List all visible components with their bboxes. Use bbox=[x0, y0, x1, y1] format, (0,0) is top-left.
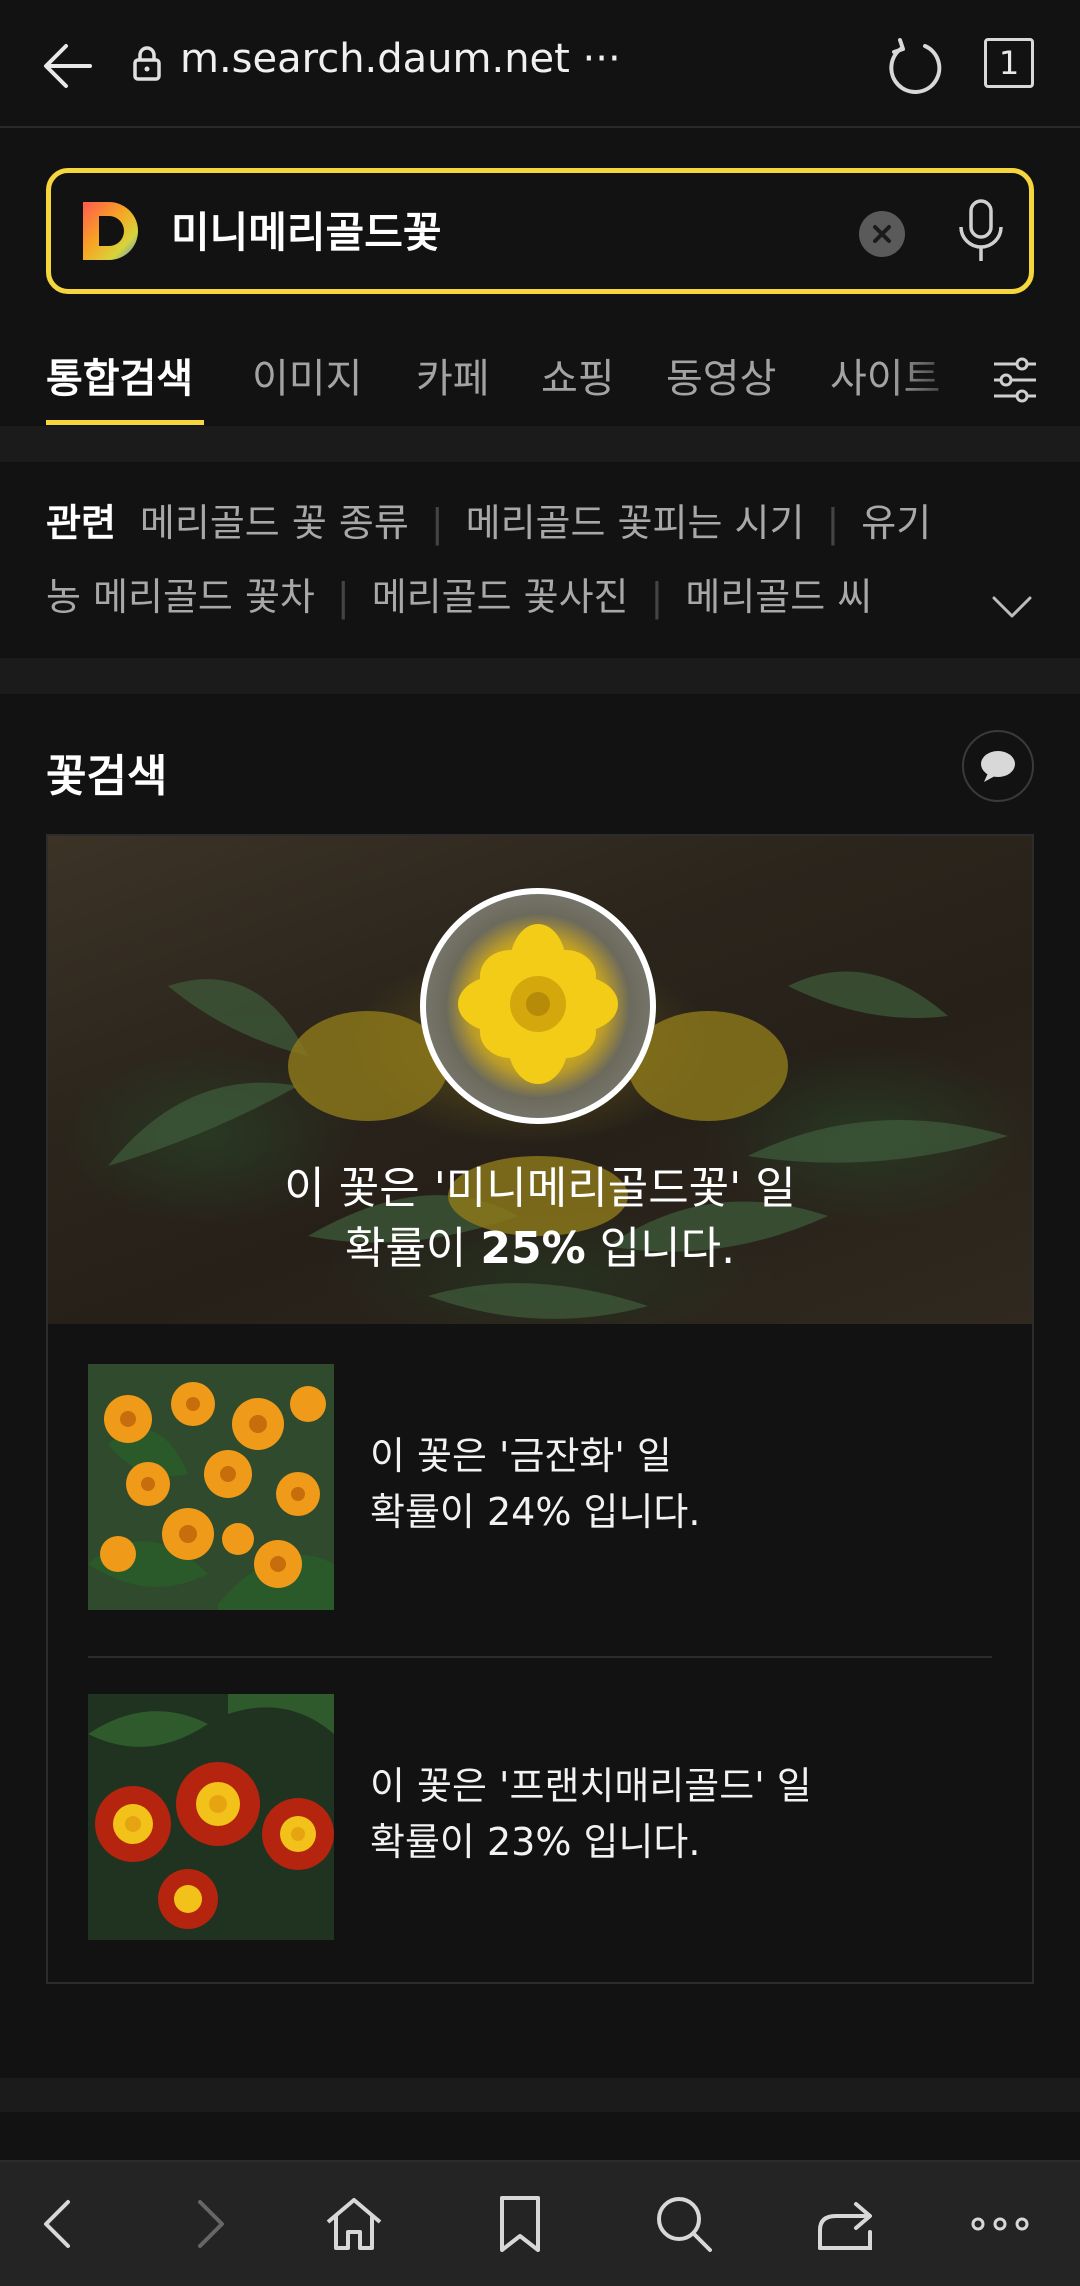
share-icon[interactable] bbox=[814, 2192, 878, 2256]
related-title: 관련 bbox=[46, 501, 116, 545]
search-box[interactable]: 미니메리골드꽃 bbox=[46, 168, 1034, 294]
clear-x-icon[interactable] bbox=[859, 211, 905, 257]
top-result-line-1: 이 꽃은 '미니메리골드꽃' 일 bbox=[284, 1163, 796, 1214]
result-flower-image[interactable] bbox=[88, 1694, 334, 1940]
reload-icon[interactable] bbox=[882, 36, 944, 98]
search-header: 미니메리골드꽃 통합검색 이미지 카페 쇼핑 동영상 사이트 bbox=[0, 128, 1080, 426]
result-text: 이 꽃은 '금잔화' 일 확률이 24% 입니다. bbox=[370, 1434, 701, 1534]
filter-sliders-icon[interactable] bbox=[992, 356, 1038, 404]
microphone-icon[interactable] bbox=[951, 195, 1011, 269]
next-section bbox=[0, 2112, 1080, 2160]
bookmark-icon[interactable] bbox=[488, 2192, 552, 2256]
related-item[interactable]: 메리골드 꽃피는 시기 bbox=[466, 501, 805, 545]
result-text: 이 꽃은 '프랜치매리골드' 일 확률이 23% 입니다. bbox=[370, 1764, 812, 1864]
search-tabs: 통합검색 이미지 카페 쇼핑 동영상 사이트 bbox=[0, 326, 1080, 426]
search-input[interactable]: 미니메리골드꽃 bbox=[171, 199, 441, 260]
top-result-probability: 25% bbox=[480, 1223, 586, 1274]
result-flower-image[interactable] bbox=[88, 1364, 334, 1610]
result-divider bbox=[88, 1656, 992, 1658]
lock-icon bbox=[133, 46, 161, 81]
tab-integrated[interactable]: 통합검색 bbox=[46, 346, 193, 404]
speech-bubble-icon[interactable] bbox=[962, 730, 1034, 802]
related-line-2: 농 메리골드 꽃차 | 메리골드 꽃사진 | 메리골드 씨 bbox=[46, 575, 873, 619]
browser-bottom-nav bbox=[0, 2160, 1080, 2286]
arrow-left-icon[interactable] bbox=[38, 36, 98, 96]
tabs-fade bbox=[890, 326, 970, 426]
flower-result-card: 이 꽃은 '미니메리골드꽃' 일 확률이 25% 입니다. 이 꽃은 '금잔화'… bbox=[46, 834, 1034, 1984]
top-result-line-2: 확률이 25% 입니다. bbox=[344, 1223, 736, 1274]
tab-images[interactable]: 이미지 bbox=[252, 346, 362, 404]
related-item[interactable]: 메리골드 씨 bbox=[685, 575, 872, 619]
tab-video[interactable]: 동영상 bbox=[666, 346, 776, 404]
search-icon[interactable] bbox=[652, 2192, 716, 2256]
related-item[interactable]: 메리골드 꽃사진 bbox=[372, 575, 629, 619]
more-dots-icon[interactable] bbox=[968, 2192, 1032, 2256]
related-fade bbox=[900, 572, 990, 652]
top-result-flower-image bbox=[420, 888, 656, 1124]
section-title: 꽃검색 bbox=[46, 751, 168, 802]
related-item[interactable]: 유기 bbox=[861, 501, 931, 545]
related-line-1: 관련 메리골드 꽃 종류 | 메리골드 꽃피는 시기 | 유기 bbox=[46, 501, 932, 545]
tab-shopping[interactable]: 쇼핑 bbox=[541, 346, 615, 404]
home-icon[interactable] bbox=[322, 2192, 386, 2256]
url-text[interactable]: m.search.daum.net ··· bbox=[180, 36, 621, 82]
forward-chevron-icon[interactable] bbox=[176, 2192, 240, 2256]
back-chevron-icon[interactable] bbox=[28, 2192, 92, 2256]
flower-search-section: 꽃검색 이 꽃은 '미니메리골드꽃' 일 확률이 25% 입니다. 이 꽃은 '… bbox=[0, 694, 1080, 2078]
related-item[interactable]: 농 메리골드 꽃차 bbox=[46, 575, 315, 619]
daum-logo-icon bbox=[83, 202, 138, 260]
tab-cafe[interactable]: 카페 bbox=[416, 346, 490, 404]
active-tab-indicator bbox=[46, 420, 204, 425]
related-item[interactable]: 메리골드 꽃 종류 bbox=[140, 501, 409, 545]
top-result-hero[interactable]: 이 꽃은 '미니메리골드꽃' 일 확률이 25% 입니다. bbox=[48, 836, 1032, 1324]
related-searches: 관련 메리골드 꽃 종류 | 메리골드 꽃피는 시기 | 유기 농 메리골드 꽃차 | 메리골… bbox=[0, 462, 1080, 658]
browser-address-bar: m.search.daum.net ··· 1 bbox=[0, 0, 1080, 128]
chevron-down-icon[interactable] bbox=[990, 584, 1034, 628]
tab-count-button[interactable]: 1 bbox=[984, 38, 1034, 88]
